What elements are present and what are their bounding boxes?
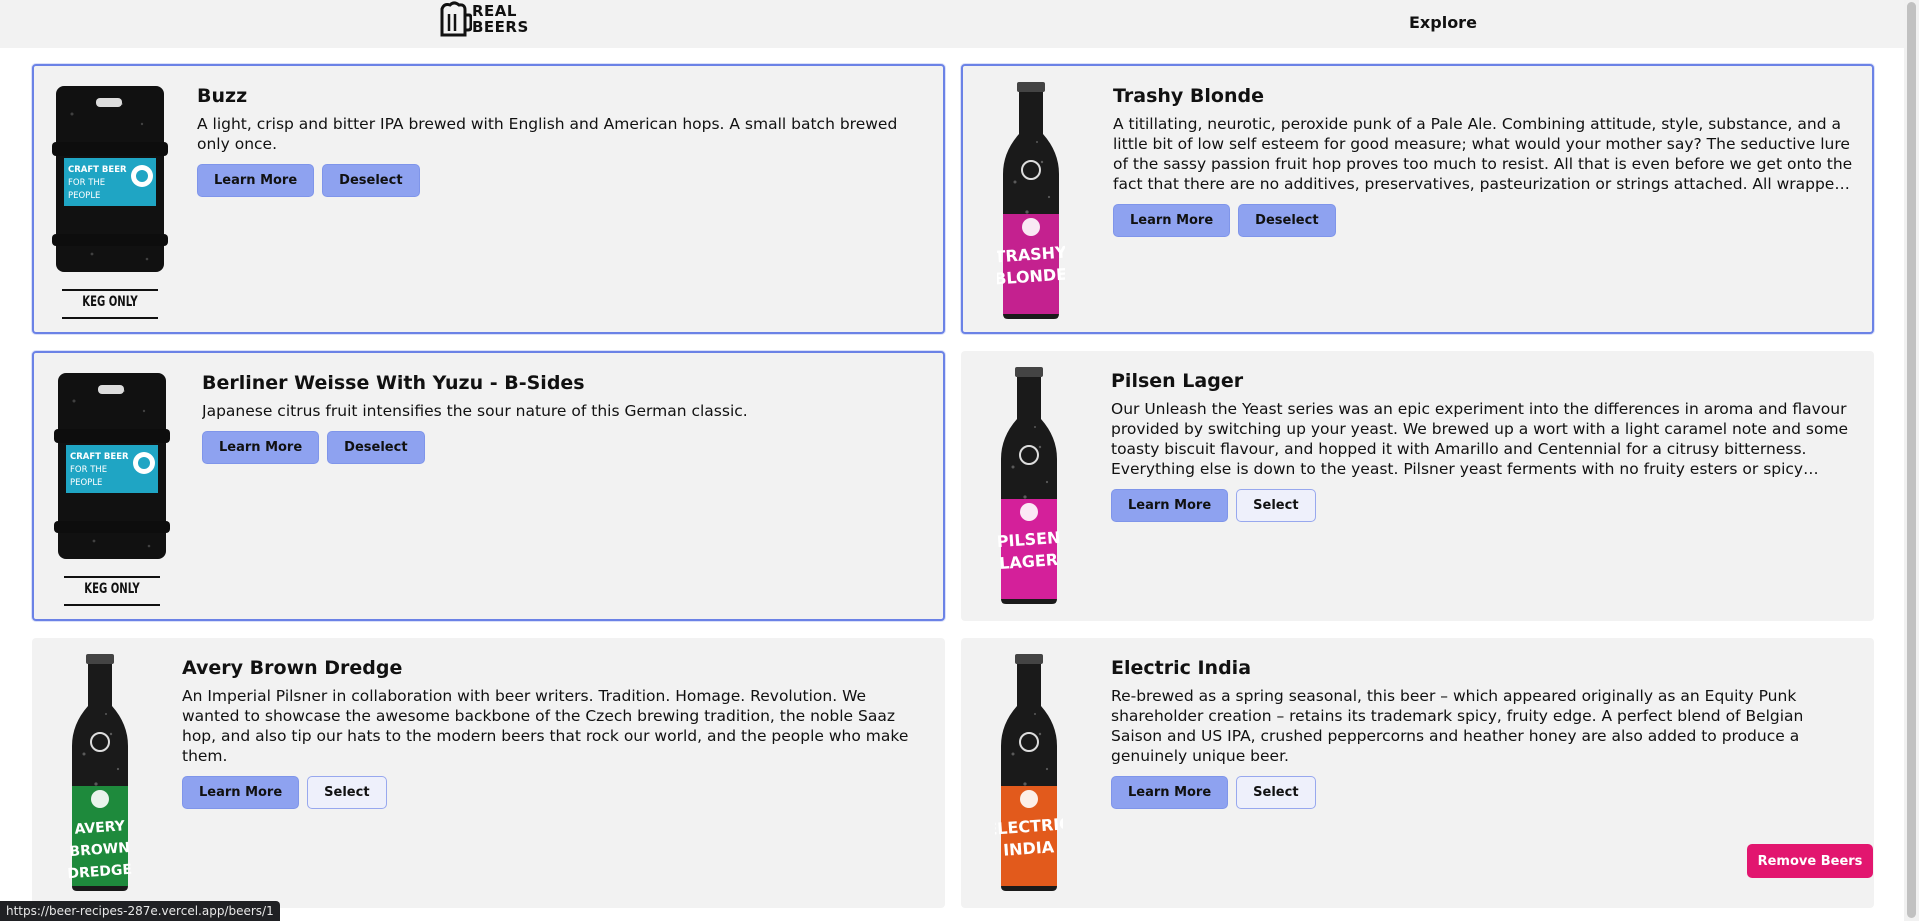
card-actions: Learn More Deselect bbox=[202, 431, 925, 464]
beer-card: AVERY BROWN DREDGE Avery Brown Dredge An I… bbox=[32, 638, 945, 908]
beer-card-body: Trashy Blonde A titillating, neurotic, p… bbox=[1113, 84, 1854, 237]
beer-description: Re-brewed as a spring seasonal, this bee… bbox=[1111, 687, 1804, 765]
svg-text:FOR THE: FOR THE bbox=[70, 465, 107, 475]
beer-bottle-image: TRASHYBLONDE bbox=[994, 82, 1068, 319]
beer-image: TRASHY BLONDE bbox=[994, 82, 1068, 324]
keg-only-label: KEG ONLY bbox=[82, 294, 138, 310]
keg-can-image: CRAFT BEER FOR THE PEOPLE bbox=[54, 373, 170, 606]
beer-image: AVERY BROWN DREDGE bbox=[66, 654, 134, 896]
top-navbar: REAL BEERS Explore bbox=[0, 0, 1919, 48]
card-actions: Learn More Deselect bbox=[197, 164, 925, 197]
beer-card-body: Electric India Re-brewed as a spring sea… bbox=[1111, 656, 1856, 809]
beer-description: Japanese citrus fruit intensifies the so… bbox=[202, 402, 748, 420]
beer-bottle-image: PILSENLAGER bbox=[996, 367, 1061, 604]
beer-name: Pilsen Lager bbox=[1111, 370, 1244, 392]
deselect-button[interactable]: Deselect bbox=[322, 164, 420, 197]
beer-image: CRAFT BEER FOR THE PEOPLE KEG ONLY bbox=[54, 371, 170, 615]
keg-only-label: KEG ONLY bbox=[84, 581, 140, 597]
beer-card: TRASHY BLONDE Trashy Blonde A titillating… bbox=[961, 64, 1874, 334]
deselect-button[interactable]: Deselect bbox=[1238, 204, 1336, 237]
beer-description: An Imperial Pilsner in collaboration wit… bbox=[182, 687, 909, 765]
beer-card-body: Berliner Weisse With Yuzu - B-Sides Japa… bbox=[202, 371, 925, 464]
learn-more-button[interactable]: Learn More bbox=[1113, 204, 1231, 237]
beer-name: Trashy Blonde bbox=[1113, 85, 1264, 107]
page-scrollbar[interactable] bbox=[1904, 0, 1919, 921]
beer-image: CRAFT BEER FOR THE PEOPLE KEG ONLY bbox=[52, 84, 168, 328]
beer-name: Buzz bbox=[197, 85, 248, 107]
beer-image: PILSEN LAGER bbox=[995, 367, 1063, 609]
svg-text:CRAFT BEER: CRAFT BEER bbox=[68, 165, 127, 175]
select-button[interactable]: Select bbox=[307, 776, 387, 809]
card-actions: Learn More Select bbox=[1111, 489, 1856, 522]
beer-description: Our Unleash the Yeast series was an epic… bbox=[1111, 400, 1849, 478]
svg-text:PEOPLE: PEOPLE bbox=[68, 191, 100, 201]
learn-more-button[interactable]: Learn More bbox=[197, 164, 315, 197]
keg-can-image: CRAFT BEER FOR THE PEOPLE bbox=[52, 86, 168, 319]
nav-explore-link[interactable]: Explore bbox=[1409, 13, 1477, 32]
beer-mug-icon bbox=[440, 1, 472, 37]
svg-text:CRAFT BEER: CRAFT BEER bbox=[70, 452, 129, 462]
svg-text:FOR THE: FOR THE bbox=[68, 178, 105, 188]
svg-text:INDIA: INDIA bbox=[1003, 837, 1056, 860]
beer-bottle-image: ELECTRICINDIA bbox=[986, 654, 1072, 891]
status-bar-url: https://beer-recipes-287e.vercel.app/bee… bbox=[0, 901, 280, 921]
beer-description: A titillating, neurotic, peroxide punk o… bbox=[1113, 115, 1853, 193]
svg-text:PEOPLE: PEOPLE bbox=[70, 478, 102, 488]
learn-more-button[interactable]: Learn More bbox=[182, 776, 300, 809]
beer-name: Electric India bbox=[1111, 657, 1252, 679]
select-button[interactable]: Select bbox=[1236, 776, 1316, 809]
deselect-button[interactable]: Deselect bbox=[327, 431, 425, 464]
select-button[interactable]: Select bbox=[1236, 489, 1316, 522]
beer-card-body: Avery Brown Dredge An Imperial Pilsner i… bbox=[182, 656, 927, 809]
scrollbar-thumb[interactable] bbox=[1907, 2, 1916, 918]
beer-name: Avery Brown Dredge bbox=[182, 657, 403, 679]
logo-text: REAL BEERS bbox=[472, 2, 529, 36]
card-actions: Learn More Deselect bbox=[1113, 204, 1854, 237]
learn-more-button[interactable]: Learn More bbox=[202, 431, 320, 464]
learn-more-button[interactable]: Learn More bbox=[1111, 489, 1229, 522]
card-actions: Learn More Select bbox=[182, 776, 927, 809]
beer-card: ELECTRIC INDIA Electric India Re-brewed a… bbox=[961, 638, 1874, 908]
beer-card: CRAFT BEER FOR THE PEOPLE KEG ONLY Berli… bbox=[32, 351, 945, 621]
learn-more-button[interactable]: Learn More bbox=[1111, 776, 1229, 809]
beer-description: A light, crisp and bitter IPA brewed wit… bbox=[197, 115, 898, 153]
beer-card-body: Pilsen Lager Our Unleash the Yeast serie… bbox=[1111, 369, 1856, 522]
real-beers-logo[interactable]: REAL BEERS bbox=[438, 1, 538, 39]
beer-card: PILSEN LAGER Pilsen Lager Our Unleash the… bbox=[961, 351, 1874, 621]
beer-name: Berliner Weisse With Yuzu - B-Sides bbox=[202, 372, 585, 394]
beer-card-body: Buzz A light, crisp and bitter IPA brewe… bbox=[197, 84, 925, 197]
beer-bottle-image: AVERYBROWNDREDGE bbox=[67, 654, 133, 891]
beer-image: ELECTRIC INDIA bbox=[986, 654, 1072, 896]
beer-card: CRAFT BEER FOR THE PEOPLE KEG ONLY Buzz … bbox=[32, 64, 945, 334]
card-actions: Learn More Select bbox=[1111, 776, 1856, 809]
remove-beers-button[interactable]: Remove Beers bbox=[1747, 844, 1873, 878]
